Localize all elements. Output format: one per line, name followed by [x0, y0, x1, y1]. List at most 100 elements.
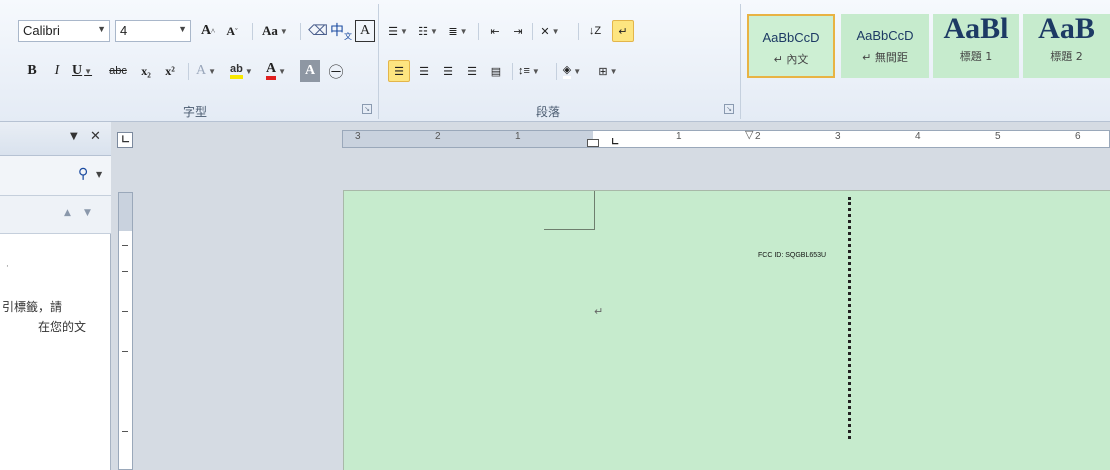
ruler-margin: [119, 193, 132, 231]
bold-icon: B: [27, 63, 37, 78]
align-center-icon: ☰: [419, 65, 429, 78]
chevron-down-icon[interactable]: ▼: [96, 170, 102, 179]
justify-icon: ☰: [467, 65, 477, 78]
navigation-search-box[interactable]: ⚲ ▼: [0, 156, 111, 196]
character-border-button[interactable]: A: [355, 20, 375, 42]
next-heading-icon[interactable]: ▼: [84, 208, 91, 218]
align-right-button[interactable]: ☰: [438, 60, 458, 82]
style-sample: AaBbCcD: [856, 28, 914, 43]
style-name: 標題 2: [1050, 50, 1083, 63]
justify-button[interactable]: ☰: [462, 60, 482, 82]
nav-hint-text: 引標籤，請: [2, 300, 63, 314]
first-line-indent-marker[interactable]: ▽: [745, 128, 753, 141]
navigation-browse-bar: ▲ ▼: [0, 196, 111, 234]
borders-button[interactable]: ⊞ ▼: [598, 60, 618, 82]
clear-format-button[interactable]: ⌫: [308, 20, 328, 42]
style-no-spacing[interactable]: AaBbCcD ↵ 無間距: [841, 14, 929, 78]
search-icon[interactable]: ⚲: [78, 166, 88, 182]
highlighter-icon: ab: [230, 63, 243, 79]
previous-heading-icon[interactable]: ▲: [64, 208, 71, 218]
subscript-button[interactable]: x₂: [136, 60, 156, 82]
text-effects-icon: A: [196, 63, 207, 78]
text-effects-button[interactable]: A ▼: [196, 60, 216, 82]
ruler-number: 5: [995, 131, 1001, 142]
chevron-down-icon[interactable]: ▼: [97, 24, 106, 34]
shading-button[interactable]: ◈ ▼: [562, 60, 582, 82]
increase-indent-icon: ⇥: [513, 25, 523, 38]
style-name: 標題 1: [959, 50, 993, 63]
font-color-button[interactable]: A ▼: [266, 60, 286, 82]
align-left-button[interactable]: ☰: [388, 60, 410, 82]
paragraph-dialog-launcher-icon[interactable]: ↘: [724, 104, 734, 114]
separator: [512, 63, 513, 80]
ruler-tick: [122, 245, 128, 246]
left-indent-marker[interactable]: [587, 139, 599, 147]
strikethrough-button[interactable]: abc: [108, 60, 128, 82]
tab-selector-button[interactable]: ∟: [117, 132, 133, 148]
numbering-button[interactable]: ☷ ▼: [418, 20, 438, 42]
increase-indent-button[interactable]: ⇥: [508, 20, 528, 42]
close-pane-button[interactable]: ✕: [90, 129, 101, 144]
asian-layout-icon: ✕: [540, 25, 550, 38]
ribbon: Calibri ▼ 4 ▼ A ^ Aˇ Aa ▼ ⌫ 中文 A B I U ▼ ab…: [0, 0, 1110, 122]
asian-layout-button[interactable]: ✕ ▼: [540, 20, 560, 42]
ruler-margin: [343, 131, 593, 147]
superscript-button[interactable]: x²: [160, 60, 180, 82]
nav-bullet: ·: [6, 262, 9, 272]
tab-stop-marker[interactable]: ∟: [611, 137, 619, 148]
ruler-number: 6: [1075, 131, 1081, 142]
bold-button[interactable]: B: [22, 60, 42, 82]
horizontal-ruler: 3 2 1 1 2 3 4 5 6 ∟ ▽: [342, 128, 1110, 148]
align-center-button[interactable]: ☰: [414, 60, 434, 82]
underline-button[interactable]: U ▼: [72, 60, 92, 82]
style-name: ↵ 無間距: [862, 51, 908, 64]
character-shading-icon: A: [304, 63, 316, 78]
chevron-down-icon[interactable]: ▼: [178, 24, 187, 34]
highlight-button[interactable]: ab ▼: [230, 60, 253, 82]
ruler-number: 3: [835, 131, 841, 142]
enclose-characters-button[interactable]: ㊀: [326, 60, 346, 82]
separator: [556, 63, 557, 80]
font-name-combo[interactable]: Calibri ▼: [18, 20, 110, 42]
style-normal[interactable]: AaBbCcD ↵ 內文: [747, 14, 835, 78]
font-name-value: Calibri: [23, 23, 60, 38]
italic-button[interactable]: I: [47, 60, 67, 82]
distribute-button[interactable]: ▤: [486, 60, 506, 82]
navigation-pane-header: ▼ ✕: [0, 122, 111, 156]
style-heading-2[interactable]: AaB 標題 2: [1023, 14, 1110, 78]
phonetic-guide-button[interactable]: 中文: [330, 20, 352, 42]
separator: [532, 23, 533, 40]
document-page[interactable]: ↵ FCC ID: SQGBL653U: [343, 190, 1110, 470]
bullets-icon: ☰: [388, 25, 398, 38]
style-sample: AaBbCcD: [762, 30, 820, 45]
phonetic-guide-icon: 中文: [330, 24, 352, 41]
character-shading-button[interactable]: A: [300, 60, 320, 82]
show-formatting-marks-button[interactable]: ↵: [612, 20, 634, 42]
font-size-value: 4: [120, 23, 128, 38]
shrink-font-button[interactable]: Aˇ: [222, 20, 242, 42]
grow-font-button[interactable]: A ^: [198, 20, 218, 42]
change-case-button[interactable]: Aa ▼: [262, 20, 288, 42]
separator: [300, 23, 301, 40]
multilevel-list-button[interactable]: ≣ ▼: [448, 20, 468, 42]
character-border-icon: A: [359, 23, 371, 38]
borders-icon: ⊞: [598, 65, 608, 78]
style-sample: AaB: [1038, 14, 1095, 45]
bullets-button[interactable]: ☰ ▼: [388, 20, 408, 42]
navigation-pane: ▼ ✕ ⚲ ▼ ▲ ▼ · 引標籤，請 在您的文: [0, 122, 111, 470]
line-spacing-button[interactable]: ↕≡ ▼: [518, 60, 540, 82]
group-divider: [378, 4, 379, 119]
style-sample: AaBl: [943, 14, 1009, 45]
font-size-combo[interactable]: 4 ▼: [115, 20, 191, 42]
pane-options-icon[interactable]: ▼: [70, 131, 78, 142]
decrease-indent-button[interactable]: ⇤: [485, 20, 505, 42]
sort-icon: ↓Z: [588, 25, 602, 37]
text-box-border[interactable]: [848, 197, 851, 439]
ruler-number: 3: [355, 131, 361, 142]
style-heading-1[interactable]: AaBl 標題 1: [933, 14, 1019, 78]
font-dialog-launcher-icon[interactable]: ↘: [362, 104, 372, 114]
multilevel-list-icon: ≣: [448, 25, 458, 38]
enclose-characters-icon: ㊀: [328, 64, 344, 81]
sort-button[interactable]: ↓Z: [585, 20, 605, 42]
ruler-number: 1: [515, 131, 521, 142]
